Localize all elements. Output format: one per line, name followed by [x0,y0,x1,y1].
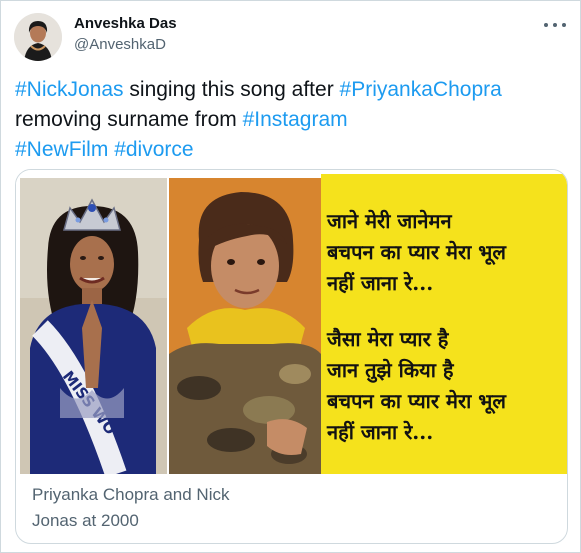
author-handle[interactable]: @AnveshkaD [74,36,166,53]
lyrics-line: बचपन का प्यार मेरा भूल [327,389,506,413]
lyrics-line: नहीं जाना रे... [327,271,434,295]
lyrics-line: बचपन का प्यार मेरा भूल [327,240,506,264]
pageant-photo: MISS WO [20,178,167,474]
user-avatar-icon [14,13,62,61]
tweet-text: #NickJonas singing this song after #Priy… [15,75,565,165]
lyrics-block-1: जाने मेरी जानेमन बचपन का प्यार मेरा भूल … [327,206,567,299]
hashtag-link[interactable]: #PriyankaChopra [340,78,502,101]
hashtag-link[interactable]: #NewFilm [15,138,108,161]
author-display-name[interactable]: Anveshka Das [74,15,177,32]
lyrics-line: जाने मेरी जानेमन [327,209,452,233]
media-card[interactable]: MISS WO [15,169,568,544]
more-options-icon[interactable] [544,19,566,31]
lyrics-line: जान तुझे किया है [327,358,454,382]
tweet-text-fragment: removing surname from [15,108,243,131]
caption-line: Priyanka Chopra and Nick [32,485,230,504]
caption-line: Jonas at 2000 [32,511,139,530]
lyrics-block-2: जैसा मेरा प्यार है जान तुझे किया है बचपन… [327,324,567,448]
hashtag-link[interactable]: #Instagram [243,108,348,131]
lyrics-line: नहीं जाना रे... [327,420,434,444]
boy-photo [169,178,321,474]
tweet-text-fragment: singing this song after [123,78,340,101]
media-image[interactable]: MISS WO [16,170,567,475]
media-caption: Priyanka Chopra and Nick Jonas at 2000 [32,482,332,534]
hashtag-link[interactable]: #divorce [114,138,193,161]
tweet-card: Anveshka Das @AnveshkaD #NickJonas singi… [0,0,581,553]
lyrics-panel: जाने मेरी जानेमन बचपन का प्यार मेरा भूल … [321,174,567,474]
hashtag-link[interactable]: #NickJonas [15,78,124,101]
avatar[interactable] [14,13,62,61]
lyrics-line: जैसा मेरा प्यार है [327,327,449,351]
